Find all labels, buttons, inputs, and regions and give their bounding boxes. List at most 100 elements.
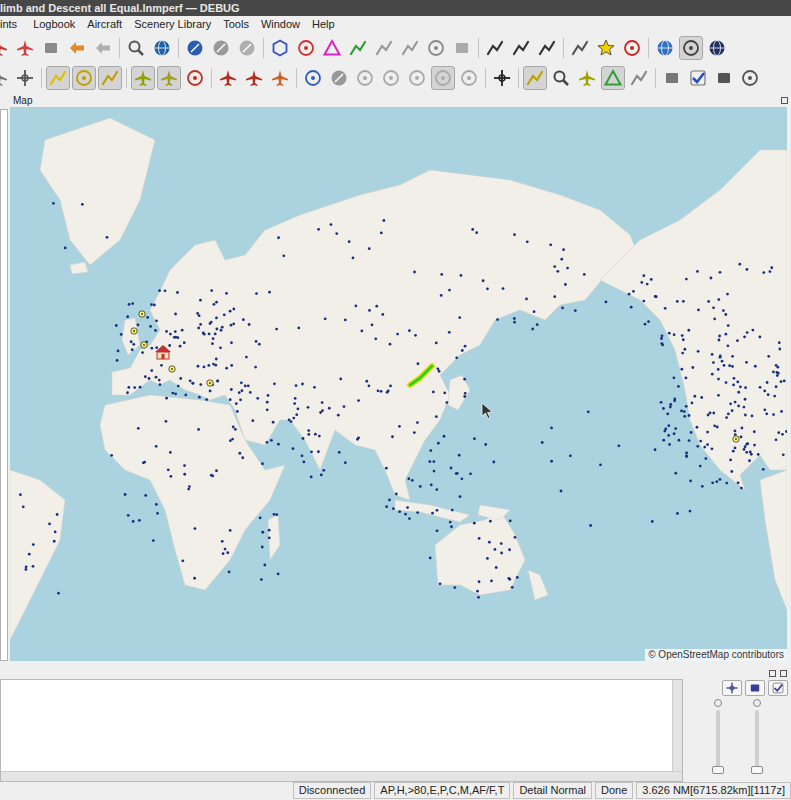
toolbar-button[interactable] bbox=[450, 36, 474, 60]
airport-dot[interactable] bbox=[439, 582, 442, 585]
airport-dot[interactable] bbox=[238, 452, 241, 455]
airport-dot[interactable] bbox=[207, 364, 210, 367]
toolbar-button[interactable] bbox=[301, 66, 325, 90]
airport-dot[interactable] bbox=[411, 479, 414, 482]
airport-dot[interactable] bbox=[307, 406, 310, 409]
airport-dot[interactable] bbox=[158, 289, 161, 292]
airport-dot[interactable] bbox=[664, 307, 667, 310]
airport-dot[interactable] bbox=[155, 346, 158, 349]
airport-dot[interactable] bbox=[266, 408, 269, 411]
airport-dot[interactable] bbox=[126, 391, 129, 394]
airport-dot[interactable] bbox=[768, 270, 771, 273]
airport-dot[interactable] bbox=[380, 390, 383, 393]
airport-dot[interactable] bbox=[741, 427, 744, 430]
airport-dot[interactable] bbox=[371, 324, 374, 327]
airport-dot[interactable] bbox=[110, 454, 113, 457]
airport-dot[interactable] bbox=[541, 441, 544, 444]
airport-dot[interactable] bbox=[239, 398, 242, 401]
airport-dot[interactable] bbox=[682, 338, 685, 341]
airport-dot[interactable] bbox=[725, 416, 728, 419]
airport-dot[interactable] bbox=[732, 383, 735, 386]
airport-dot[interactable] bbox=[763, 389, 766, 392]
airport-dot[interactable] bbox=[473, 437, 476, 440]
airport-dot[interactable] bbox=[317, 228, 320, 231]
toolbar-button[interactable] bbox=[46, 66, 70, 90]
airport-dot[interactable] bbox=[344, 319, 347, 322]
airport-dot[interactable] bbox=[727, 413, 730, 416]
airport-dot[interactable] bbox=[297, 407, 300, 410]
airport-dot[interactable] bbox=[724, 313, 727, 316]
airport-dot[interactable] bbox=[232, 322, 235, 325]
airport-dot[interactable] bbox=[556, 270, 559, 273]
airport-dot[interactable] bbox=[744, 445, 747, 448]
airport-dot[interactable] bbox=[199, 383, 202, 386]
slider-thumb[interactable] bbox=[712, 766, 724, 774]
toolbar-button[interactable] bbox=[65, 36, 89, 60]
airport-dot[interactable] bbox=[560, 258, 563, 261]
airport-dot[interactable] bbox=[150, 347, 153, 350]
airport-dot[interactable] bbox=[449, 521, 452, 524]
airport-dot[interactable] bbox=[683, 348, 686, 351]
airport-dot[interactable] bbox=[247, 384, 250, 387]
toolbar-button[interactable] bbox=[686, 66, 710, 90]
airport-dot[interactable] bbox=[587, 410, 590, 413]
airport-dot[interactable] bbox=[500, 552, 503, 555]
airport-dot[interactable] bbox=[718, 335, 721, 338]
airport-dot[interactable] bbox=[155, 503, 158, 506]
airport-dot[interactable] bbox=[177, 385, 180, 388]
airport-dot[interactable] bbox=[173, 336, 176, 339]
airport-dot[interactable] bbox=[385, 505, 388, 508]
airport-dot[interactable] bbox=[450, 467, 453, 470]
airport-dot[interactable] bbox=[155, 376, 158, 379]
userpoint-marker[interactable] bbox=[207, 380, 213, 386]
float-button[interactable] bbox=[769, 670, 776, 677]
vertical-scrollbar[interactable] bbox=[672, 680, 682, 771]
airport-dot[interactable] bbox=[746, 442, 749, 445]
airport-dot[interactable] bbox=[450, 525, 453, 528]
airport-dot[interactable] bbox=[212, 337, 215, 340]
vertical-slider[interactable] bbox=[753, 697, 761, 782]
airport-dot[interactable] bbox=[197, 327, 200, 330]
airport-dot[interactable] bbox=[437, 442, 440, 445]
airport-dot[interactable] bbox=[171, 392, 174, 395]
airport-dot[interactable] bbox=[404, 513, 407, 516]
airport-dot[interactable] bbox=[660, 401, 663, 404]
airport-dot[interactable] bbox=[131, 348, 134, 351]
airport-dot[interactable] bbox=[486, 287, 489, 290]
airport-dot[interactable] bbox=[494, 548, 497, 551]
airport-dot[interactable] bbox=[167, 468, 170, 471]
airport-dot[interactable] bbox=[302, 461, 305, 464]
airport-dot[interactable] bbox=[674, 427, 677, 430]
airport-dot[interactable] bbox=[583, 273, 586, 276]
airport-dot[interactable] bbox=[214, 333, 217, 336]
airport-dot[interactable] bbox=[780, 380, 783, 383]
airport-dot[interactable] bbox=[130, 340, 133, 343]
airport-dot[interactable] bbox=[740, 487, 743, 490]
airport-dot[interactable] bbox=[664, 428, 667, 431]
world-map[interactable] bbox=[10, 107, 787, 661]
airport-dot[interactable] bbox=[674, 472, 677, 475]
airport-dot[interactable] bbox=[187, 488, 190, 491]
home-icon[interactable] bbox=[155, 345, 171, 359]
airport-dot[interactable] bbox=[183, 473, 186, 476]
toolbar-button[interactable] bbox=[568, 36, 592, 60]
airport-dot[interactable] bbox=[685, 405, 688, 408]
airport-dot[interactable] bbox=[197, 428, 200, 431]
airport-dot[interactable] bbox=[301, 454, 304, 457]
airport-dot[interactable] bbox=[748, 459, 751, 462]
airport-dot[interactable] bbox=[387, 390, 390, 393]
airport-dot[interactable] bbox=[429, 449, 432, 452]
airport-dot[interactable] bbox=[647, 320, 650, 323]
toolbar-button[interactable] bbox=[157, 66, 181, 90]
airport-dot[interactable] bbox=[344, 461, 347, 464]
airport-dot[interactable] bbox=[685, 455, 688, 458]
airport-dot[interactable] bbox=[685, 452, 688, 455]
airport-dot[interactable] bbox=[193, 577, 196, 580]
airport-dot[interactable] bbox=[724, 333, 727, 336]
airport-dot[interactable] bbox=[676, 300, 679, 303]
close-button[interactable] bbox=[780, 670, 787, 677]
airport-dot[interactable] bbox=[458, 454, 461, 457]
airport-dot[interactable] bbox=[687, 329, 690, 332]
airport-dot[interactable] bbox=[259, 517, 262, 520]
airport-dot[interactable] bbox=[782, 453, 785, 456]
